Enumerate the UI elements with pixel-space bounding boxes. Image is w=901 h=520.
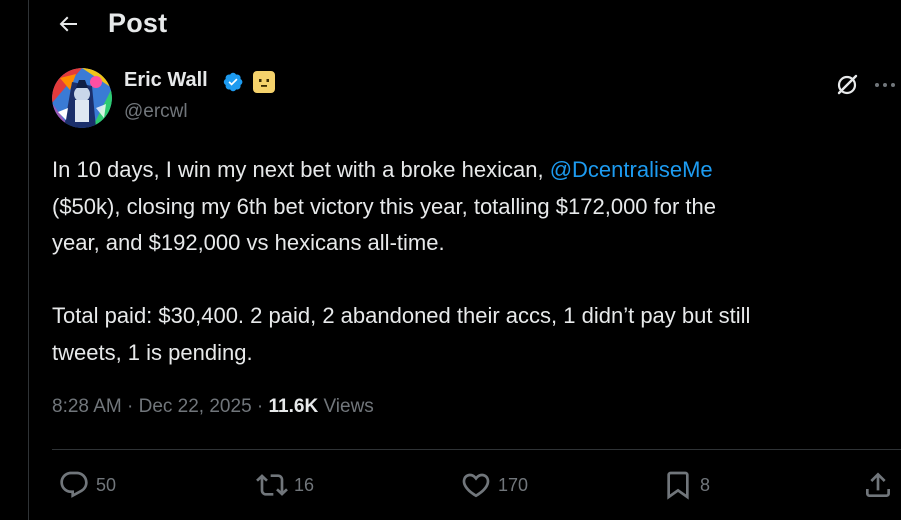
divider (52, 449, 901, 450)
verified-badge-icon[interactable] (222, 71, 244, 93)
views-label: Views (323, 396, 374, 417)
heart-icon (462, 473, 490, 498)
like-count: 170 (498, 474, 529, 495)
avatar[interactable] (52, 68, 112, 128)
more-icon (875, 83, 895, 87)
reply-icon (60, 471, 88, 498)
tweet-body: In 10 days, I win my next bet with a bro… (52, 152, 901, 371)
tweet-line: ($50k), closing my 6th bet victory this … (52, 193, 717, 219)
affiliate-badge-icon[interactable] (253, 71, 275, 93)
affiliate-face-icon (259, 79, 269, 87)
tweet-meta: 8:28 AM · Dec 22, 2025 · 11.6K Views (52, 396, 374, 418)
share-button[interactable] (862, 468, 894, 502)
grok-button[interactable] (832, 70, 862, 100)
repost-icon (256, 474, 288, 496)
arrow-left-icon (59, 16, 77, 32)
repost-count: 16 (294, 474, 315, 495)
tweet-date[interactable]: Dec 22, 2025 (139, 396, 252, 417)
mention-link[interactable]: @DcentraliseMe (550, 157, 713, 182)
bookmark-button[interactable]: 8 (662, 468, 710, 502)
reply-count: 50 (96, 474, 117, 495)
bookmark-count: 8 (700, 474, 711, 495)
tweet-line: year, and $192,000 vs hexicans all-time. (52, 230, 445, 255)
reply-button[interactable]: 50 (58, 468, 116, 502)
views-count[interactable]: 11.6K (269, 396, 319, 417)
like-button[interactable]: 170 (460, 468, 528, 502)
page-title: Post (108, 8, 168, 38)
tweet-line: Total paid: $30,400. 2 paid, 2 abandoned… (52, 303, 751, 328)
meta-separator: · (256, 396, 264, 417)
tweet-text-segment: In 10 days, I win my next bet with a bro… (52, 157, 550, 182)
tweet-line: In 10 days, I win my next bet with a bro… (52, 152, 901, 189)
tweet-time[interactable]: 8:28 AM (52, 396, 122, 417)
avatar-image (52, 68, 112, 128)
column-border (28, 0, 29, 520)
author-display-name[interactable]: Eric Wall (124, 69, 208, 92)
bookmark-icon (667, 471, 689, 500)
back-button[interactable] (54, 10, 82, 38)
repost-button[interactable]: 16 (256, 468, 314, 502)
share-icon (866, 472, 890, 497)
author-handle[interactable]: @ercwl (124, 101, 188, 123)
meta-separator: · (127, 396, 134, 417)
tweet-line: tweets, 1 is pending. (52, 339, 253, 365)
grok-icon (837, 74, 858, 95)
more-options-button[interactable] (872, 70, 901, 100)
